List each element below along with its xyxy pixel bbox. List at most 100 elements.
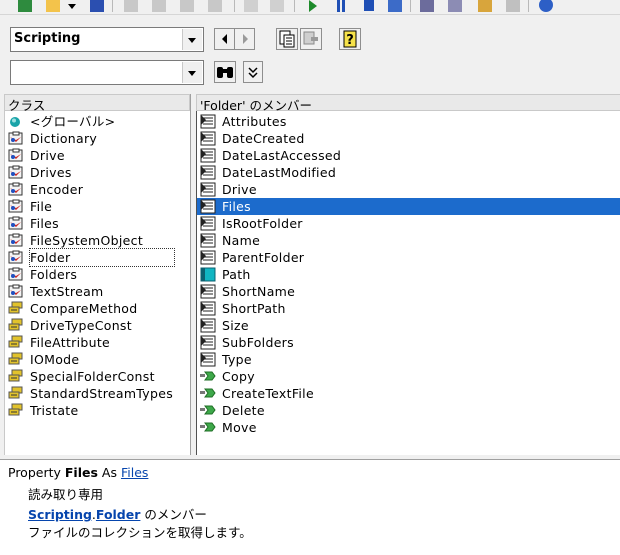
- member-item[interactable]: Size: [197, 317, 620, 334]
- member-list[interactable]: Attributes DateCreated DateLastAccessed Dat…: [196, 111, 620, 455]
- class-item[interactable]: Drive: [5, 147, 190, 164]
- class-item-label: StandardStreamTypes: [30, 386, 174, 401]
- member-item-label: Drive: [222, 182, 257, 197]
- forward-button[interactable]: [234, 28, 255, 50]
- help-question-icon: ?: [343, 30, 357, 48]
- design-mode-icon[interactable]: [388, 0, 402, 12]
- member-item-label: DateCreated: [222, 131, 305, 146]
- run-icon[interactable]: [306, 0, 320, 12]
- back-button[interactable]: [214, 28, 235, 50]
- help-icon[interactable]: [538, 0, 553, 12]
- member-item[interactable]: DateCreated: [197, 130, 620, 147]
- enum-icon: [7, 403, 25, 418]
- property-icon: [199, 284, 217, 299]
- help-button[interactable]: ?: [339, 28, 361, 50]
- member-item[interactable]: ShortName: [197, 283, 620, 300]
- member-item[interactable]: Path: [197, 266, 620, 283]
- class-item[interactable]: DriveTypeConst: [5, 317, 190, 334]
- save-icon[interactable]: [90, 0, 104, 12]
- member-item-label: Path: [222, 267, 251, 282]
- class-item[interactable]: IOMode: [5, 351, 190, 368]
- dropdown-icon[interactable]: [68, 0, 76, 12]
- copy-to-clipboard-button[interactable]: [276, 28, 298, 50]
- member-item[interactable]: DateLastAccessed: [197, 147, 620, 164]
- find-icon[interactable]: [208, 0, 222, 12]
- class-item[interactable]: Folder: [5, 248, 190, 267]
- excel-icon[interactable]: [18, 0, 32, 12]
- class-item[interactable]: StandardStreamTypes: [5, 385, 190, 402]
- class-icon: [7, 148, 25, 163]
- member-item[interactable]: Name: [197, 232, 620, 249]
- undo-icon[interactable]: [244, 0, 258, 12]
- member-item[interactable]: CreateTextFile: [197, 385, 620, 402]
- class-icon: [7, 216, 25, 231]
- members-header: 'Folder' のメンバー: [196, 94, 620, 113]
- member-item-label: DateLastModified: [222, 165, 337, 180]
- member-item-label: Size: [222, 318, 249, 333]
- description-text: ファイルのコレクションを取得します。: [28, 525, 252, 540]
- member-item[interactable]: Attributes: [197, 113, 620, 130]
- class-list[interactable]: <グローバル> Dictionary Drive Drives Encoder File F…: [4, 111, 190, 455]
- library-combo[interactable]: Scripting: [10, 27, 204, 52]
- reset-icon[interactable]: [362, 0, 376, 12]
- member-item-label: Move: [222, 420, 257, 435]
- module-icon[interactable]: [46, 0, 60, 12]
- class-icon: [7, 199, 25, 214]
- redo-icon[interactable]: [270, 0, 284, 12]
- object-browser-icon[interactable]: [478, 0, 492, 12]
- library-combo-value: Scripting: [14, 31, 81, 46]
- member-item[interactable]: Drive: [197, 181, 620, 198]
- type-link[interactable]: Files: [121, 465, 148, 480]
- member-item[interactable]: DateLastModified: [197, 164, 620, 181]
- binoculars-icon: [217, 67, 233, 78]
- member-item[interactable]: Copy: [197, 368, 620, 385]
- member-item[interactable]: Move: [197, 419, 620, 436]
- class-item[interactable]: FileSystemObject: [5, 232, 190, 249]
- class-item[interactable]: Encoder: [5, 181, 190, 198]
- view-definition-button[interactable]: [300, 28, 322, 50]
- enum-icon: [7, 369, 25, 384]
- toolbox-icon[interactable]: [506, 0, 520, 12]
- library-link[interactable]: Scripting: [28, 507, 92, 522]
- member-item[interactable]: Files: [197, 198, 620, 215]
- chevron-down-icon[interactable]: [182, 62, 202, 83]
- class-link[interactable]: Folder: [96, 507, 141, 522]
- details-pane: Property Files As Files 読み取り専用 Scripting…: [0, 460, 620, 555]
- copy-icon[interactable]: [152, 0, 166, 12]
- member-item[interactable]: ShortPath: [197, 300, 620, 317]
- toggle-search-results-button[interactable]: [243, 61, 263, 83]
- class-item[interactable]: Tristate: [5, 402, 190, 419]
- member-item[interactable]: ParentFolder: [197, 249, 620, 266]
- class-item[interactable]: Drives: [5, 164, 190, 181]
- cut-icon[interactable]: [124, 0, 138, 12]
- class-item[interactable]: Folders: [5, 266, 190, 283]
- class-item-label: TextStream: [30, 284, 104, 299]
- class-item-label: IOMode: [30, 352, 80, 367]
- class-item[interactable]: FileAttribute: [5, 334, 190, 351]
- class-item[interactable]: Dictionary: [5, 130, 190, 147]
- member-item[interactable]: Delete: [197, 402, 620, 419]
- member-item-label: Delete: [222, 403, 265, 418]
- member-item[interactable]: Type: [197, 351, 620, 368]
- properties-icon[interactable]: [448, 0, 462, 12]
- class-item[interactable]: Files: [5, 215, 190, 232]
- class-icon: [7, 233, 25, 248]
- chevron-down-icon[interactable]: [182, 29, 202, 50]
- property-icon: [199, 335, 217, 350]
- class-item-label: Files: [30, 216, 59, 231]
- class-item[interactable]: TextStream: [5, 283, 190, 300]
- class-item[interactable]: File: [5, 198, 190, 215]
- class-item[interactable]: SpecialFolderConst: [5, 368, 190, 385]
- property-icon: [199, 318, 217, 333]
- member-item[interactable]: IsRootFolder: [197, 215, 620, 232]
- class-icon: [7, 284, 25, 299]
- break-icon[interactable]: [334, 0, 348, 12]
- search-button[interactable]: [214, 61, 236, 83]
- project-explorer-icon[interactable]: [420, 0, 434, 12]
- class-item[interactable]: CompareMethod: [5, 300, 190, 317]
- member-item[interactable]: SubFolders: [197, 334, 620, 351]
- class-icon: [7, 131, 25, 146]
- search-combo[interactable]: [10, 60, 204, 85]
- paste-icon[interactable]: [180, 0, 194, 12]
- class-item[interactable]: <グローバル>: [5, 113, 190, 130]
